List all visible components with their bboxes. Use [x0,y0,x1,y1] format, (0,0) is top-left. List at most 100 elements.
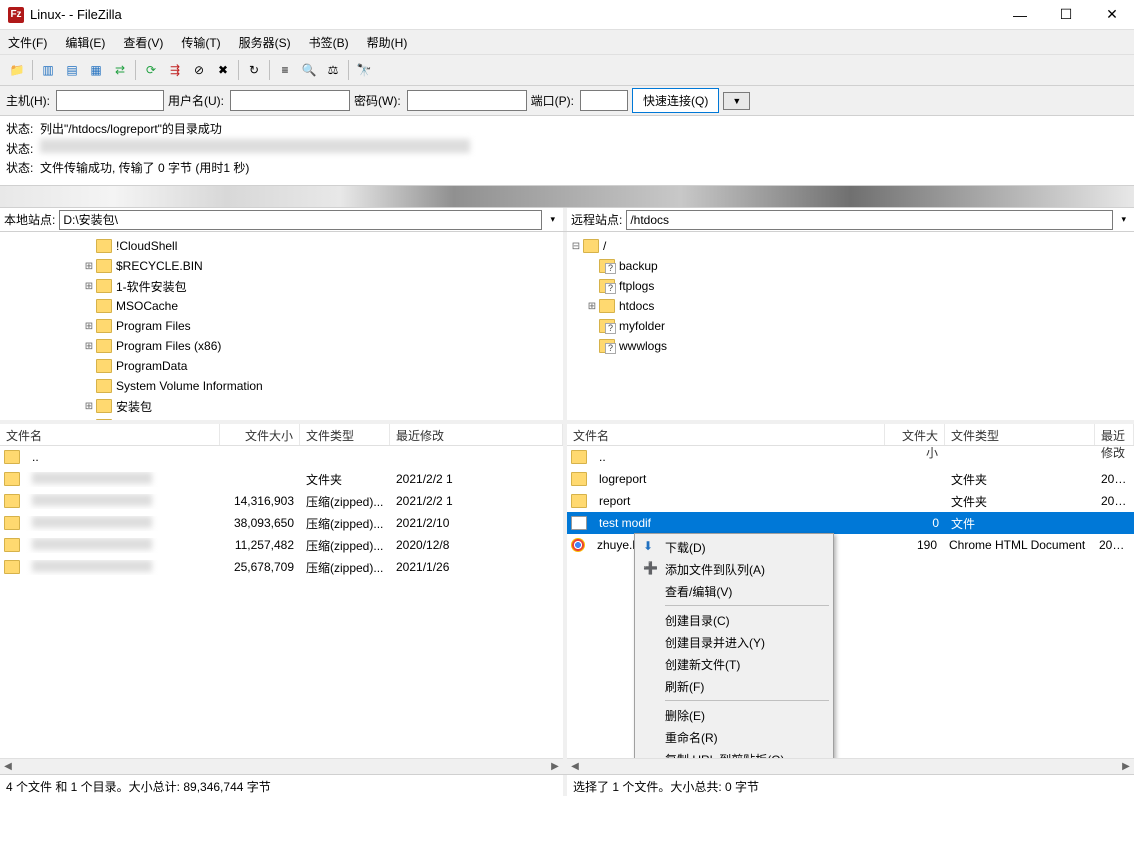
remote-file-list[interactable]: 文件名 文件大小 文件类型 最近修改 ..logreport文件夹2021/1/… [567,424,1134,774]
col-type[interactable]: 文件类型 [300,424,390,445]
tree-item[interactable]: ftplogs [569,276,1132,296]
status-log[interactable]: 状态: 列出"/htdocs/logreport"的目录成功 状态: 状态: 文… [0,116,1134,186]
file-row[interactable]: 38,093,650压缩(zipped)...2021/2/10 [0,512,563,534]
local-tree[interactable]: !CloudShell⊞$RECYCLE.BIN⊞1-软件安装包MSOCache… [0,232,567,420]
context-menu-item[interactable]: 创建新文件(T) [637,653,831,675]
tree-item[interactable]: ProgramData [2,356,561,376]
disconnect-icon[interactable]: ✖ [212,59,234,81]
file-row[interactable]: logreport文件夹2021/1/4 13:17:00 [567,468,1134,490]
col-size[interactable]: 文件大小 [220,424,300,445]
tree-item[interactable]: myfolder [569,316,1132,336]
quickconnect-button[interactable]: 快速连接(Q) [632,88,719,113]
tree-item[interactable]: System Volume Information [2,376,561,396]
reconnect-icon[interactable]: ↻ [243,59,265,81]
local-list-header[interactable]: 文件名 文件大小 文件类型 最近修改 [0,424,563,446]
tree-item[interactable]: ⊞$RECYCLE.BIN [2,256,561,276]
tree-item[interactable]: ⊞1-软件安装包 [2,276,561,296]
local-hscrollbar[interactable]: ◀▶ [0,758,563,774]
menu-item[interactable]: 服务器(S) [235,32,295,53]
context-menu-item[interactable]: 删除(E) [637,704,831,726]
context-menu-item[interactable]: 创建目录(C) [637,609,831,631]
minimize-button[interactable]: — [1006,5,1034,25]
file-row[interactable]: .. [567,446,1134,468]
context-menu-item[interactable]: 创建目录并进入(Y) [637,631,831,653]
host-input[interactable] [56,90,164,111]
local-file-list[interactable]: 文件名 文件大小 文件类型 最近修改 ..文件夹2021/2/2 114,316… [0,424,567,774]
port-input[interactable] [580,90,628,111]
binoculars-icon[interactable]: 🔭 [353,59,375,81]
remote-site-input[interactable] [626,210,1113,230]
context-menu-item[interactable]: 刷新(F) [637,675,831,697]
tree-item[interactable]: MSOCache [2,296,561,316]
compare-icon[interactable]: ⚖ [322,59,344,81]
expand-icon[interactable]: ⊞ [82,401,96,412]
chevron-down-icon[interactable]: ▾ [1117,214,1130,225]
pass-input[interactable] [407,90,527,111]
refresh-icon[interactable]: ⟳ [140,59,162,81]
local-site-input[interactable] [59,210,542,230]
tree-item[interactable]: ⊞htdocs [569,296,1132,316]
quickconnect-dropdown[interactable]: ▼ [723,92,750,110]
menu-item[interactable]: 传输(T) [177,32,224,53]
maximize-button[interactable]: ☐ [1052,5,1080,25]
file-row[interactable]: .. [0,446,563,468]
expand-icon[interactable]: ⊞ [82,281,96,292]
tree-item[interactable]: ⊟/ [569,236,1132,256]
tree-item[interactable]: !CloudShell [2,236,561,256]
user-input[interactable] [230,90,350,111]
menu-item[interactable]: 帮助(H) [363,32,412,53]
toggle-queue-icon[interactable]: ▦ [85,59,107,81]
menu-item[interactable]: 查看(V) [119,32,167,53]
col-name[interactable]: 文件名 [567,424,885,445]
context-menu-item[interactable]: ➕添加文件到队列(A) [637,558,831,580]
sitemanager-icon[interactable]: 📁 [6,59,28,81]
expand-icon[interactable]: ⊟ [569,241,583,252]
local-site-label: 本地站点: [4,211,55,228]
file-type: 压缩(zipped)... [300,515,390,532]
filter-icon[interactable]: ≡ [274,59,296,81]
file-row[interactable]: 25,678,709压缩(zipped)...2021/1/26 [0,556,563,578]
sync-browse-icon[interactable]: ⇄ [109,59,131,81]
tree-item[interactable]: ⊞Program Files [2,316,561,336]
tree-item[interactable]: ⊞F: (DATA1) [2,416,561,420]
close-button[interactable]: ✕ [1098,5,1126,25]
remote-hscrollbar[interactable]: ◀▶ [567,758,1134,774]
expand-icon[interactable]: ⊞ [82,261,96,272]
expand-icon[interactable]: ⊞ [585,301,599,312]
search-icon[interactable]: 🔍 [298,59,320,81]
context-menu-item[interactable]: ⬇下载(D) [637,536,831,558]
col-modified[interactable]: 最近修改 [390,424,563,445]
remote-list-header[interactable]: 文件名 文件大小 文件类型 最近修改 [567,424,1134,446]
context-menu-item[interactable]: 查看/编辑(V) [637,580,831,602]
file-row[interactable]: 11,257,482压缩(zipped)...2020/12/8 [0,534,563,556]
menu-item[interactable]: 文件(F) [4,32,51,53]
context-menu-item[interactable]: 重命名(R) [637,726,831,748]
col-modified[interactable]: 最近修改 [1095,424,1134,445]
chevron-down-icon[interactable]: ▾ [546,214,559,225]
file-type: Chrome HTML Document [943,538,1093,552]
col-size[interactable]: 文件大小 [885,424,945,445]
file-row[interactable]: 文件夹2021/2/2 1 [0,468,563,490]
menu-item[interactable]: 编辑(E) [61,32,109,53]
process-queue-icon[interactable]: ⇶ [164,59,186,81]
remote-tree[interactable]: ⊟/backupftplogs⊞htdocsmyfolderwwwlogs [567,232,1134,420]
menu-item[interactable]: 书签(B) [305,32,353,53]
col-type[interactable]: 文件类型 [945,424,1095,445]
expand-icon[interactable]: ⊞ [82,321,96,332]
tree-item[interactable]: ⊞安装包 [2,396,561,416]
file-name [26,516,220,531]
context-menu-item[interactable]: 复制 URL 到剪贴板(O) [637,748,831,758]
col-name[interactable]: 文件名 [0,424,220,445]
tree-item[interactable]: wwwlogs [569,336,1132,356]
file-row[interactable]: 14,316,903压缩(zipped)...2021/2/2 1 [0,490,563,512]
expand-icon[interactable]: ⊞ [82,341,96,352]
toggle-log-icon[interactable]: ▤ [61,59,83,81]
window-title: Linux- - FileZilla [30,7,1006,22]
tree-item[interactable]: backup [569,256,1132,276]
toggle-tree-icon[interactable]: ▥ [37,59,59,81]
transfer-queue-tabs[interactable] [0,186,1134,208]
file-row[interactable]: report文件夹2021/1/4 13:17:00 [567,490,1134,512]
file-row[interactable]: test modif0文件 [567,512,1134,534]
tree-item[interactable]: ⊞Program Files (x86) [2,336,561,356]
cancel-icon[interactable]: ⊘ [188,59,210,81]
